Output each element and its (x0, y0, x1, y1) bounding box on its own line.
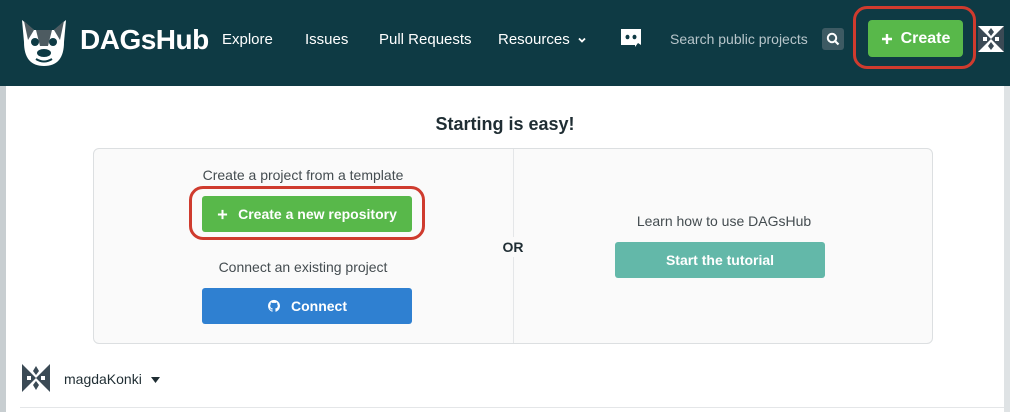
caret-down-icon (150, 377, 160, 384)
nav-explore[interactable]: Explore (222, 30, 273, 50)
dagshub-dog-logo-icon[interactable] (14, 12, 74, 72)
tutorial-caption: Learn how to use DAGsHub (636, 213, 812, 229)
search-button[interactable] (822, 28, 844, 50)
create-new-repository-label: Create a new repository (238, 206, 397, 222)
connect-button-label: Connect (291, 298, 347, 314)
create-new-repository-button[interactable]: Create a new repository (202, 196, 412, 232)
top-navbar: DAGsHub Explore Issues Pull Requests Res… (0, 0, 1010, 86)
nav-resources-label: Resources (498, 31, 570, 48)
discord-icon[interactable] (618, 26, 644, 52)
nav-issues[interactable]: Issues (305, 30, 348, 50)
start-tutorial-button[interactable]: Start the tutorial (615, 242, 825, 278)
plus-icon (218, 209, 228, 219)
create-button-label: Create (900, 29, 951, 47)
connect-caption: Connect an existing project (218, 259, 388, 275)
plus-icon (881, 33, 892, 44)
connect-button[interactable]: Connect (202, 288, 412, 324)
search-icon (826, 32, 840, 46)
nav-pull-requests[interactable]: Pull Requests (379, 30, 472, 50)
github-icon (267, 299, 281, 312)
template-caption: Create a project from a template (202, 167, 404, 183)
user-avatar (22, 364, 50, 392)
create-button[interactable]: Create (868, 20, 963, 57)
user-avatar-menu[interactable] (978, 26, 1004, 52)
nav-resources[interactable]: Resources (498, 30, 587, 50)
section-divider (20, 407, 1004, 408)
chevron-down-icon (578, 37, 586, 43)
search-input[interactable] (664, 24, 814, 54)
username: magdaKonki (64, 371, 142, 387)
user-context-switcher[interactable]: magdaKonki (64, 370, 160, 388)
or-separator: OR (494, 237, 532, 257)
page-title: Starting is easy! (435, 114, 575, 134)
brand-name[interactable]: DAGsHub (80, 22, 209, 58)
